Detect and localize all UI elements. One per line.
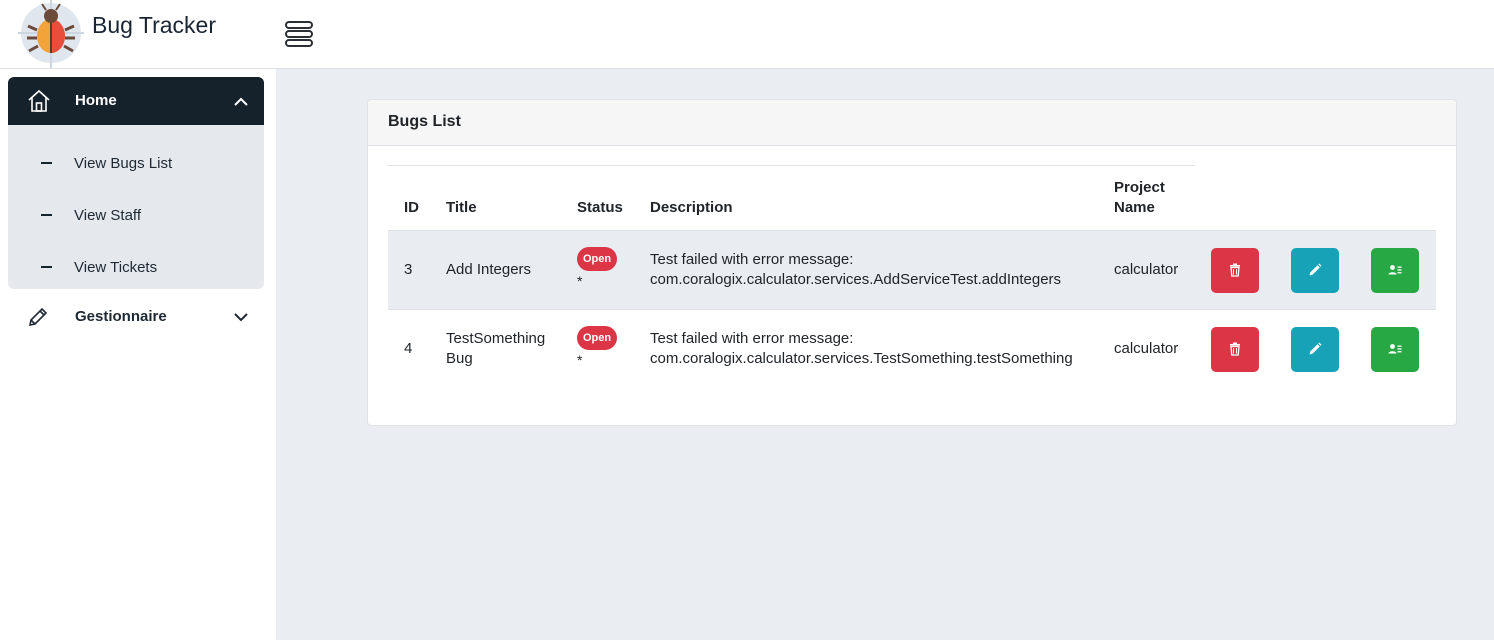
column-header-status: Status <box>577 199 623 216</box>
bug-description: Test failed with error message: com.cora… <box>650 250 1061 290</box>
card-header: Bugs List <box>368 100 1456 146</box>
trash-icon <box>1230 263 1240 277</box>
status-marker: * <box>577 352 583 368</box>
sidebar-item-gestionnaire[interactable]: Gestionnaire <box>8 295 264 339</box>
sidebar-item-view-staff[interactable]: View Staff <box>8 193 264 237</box>
bug-title[interactable]: TestSomething Bug <box>446 329 545 369</box>
edit-button[interactable] <box>1291 248 1339 293</box>
status-badge: Open <box>577 326 617 350</box>
pencil-icon <box>26 305 50 329</box>
sidebar-item-label: View Bugs List <box>74 155 173 172</box>
dash-icon <box>41 214 52 216</box>
bug-title-line2: Bug <box>446 350 473 367</box>
delete-button[interactable] <box>1211 327 1259 372</box>
bug-title[interactable]: Add Integers <box>446 260 531 280</box>
sidebar: Home View Bugs List View Staff View Tick… <box>0 69 276 640</box>
sidebar-item-view-bugs-list[interactable]: View Bugs List <box>8 141 264 185</box>
assign-button[interactable] <box>1371 327 1419 372</box>
sidebar-item-view-tickets[interactable]: View Tickets <box>8 245 264 289</box>
column-header-project: Project Name <box>1114 178 1165 218</box>
table-row: 4 TestSomething Bug Open * Test failed w… <box>388 309 1436 388</box>
column-header-project-line1: Project <box>1114 179 1165 196</box>
bug-description-line2: com.coralogix.calculator.services.TestSo… <box>650 350 1073 367</box>
bug-project: calculator <box>1114 261 1179 278</box>
dash-icon <box>41 162 52 164</box>
column-header-title: Title <box>446 199 477 216</box>
sidebar-item-label: View Staff <box>74 207 141 224</box>
chevron-down-icon[interactable] <box>232 308 250 326</box>
column-header-project-line2: Name <box>1114 199 1155 216</box>
user-assign-icon <box>1388 344 1402 354</box>
bug-description: Test failed with error message: com.cora… <box>650 329 1073 369</box>
nav-group-home: Home View Bugs List View Staff View Tick… <box>8 77 264 289</box>
bug-id: 3 <box>404 261 413 278</box>
chevron-up-icon[interactable] <box>232 93 250 111</box>
column-header-id: ID <box>404 199 419 216</box>
hamburger-menu-icon[interactable] <box>284 19 314 49</box>
sidebar-item-label: Gestionnaire <box>75 308 167 325</box>
bug-project: calculator <box>1114 340 1179 357</box>
dash-icon <box>41 266 52 268</box>
sidebar-item-home[interactable]: Home <box>8 77 264 125</box>
bugs-list-card: Bugs List ID Title Status Description Pr… <box>367 99 1457 426</box>
home-icon <box>26 88 52 114</box>
trash-icon <box>1230 342 1240 356</box>
pencil-icon <box>1309 263 1322 276</box>
bug-description-line2: com.coralogix.calculator.services.AddSer… <box>650 271 1062 288</box>
user-assign-icon <box>1388 265 1402 275</box>
bug-logo-icon[interactable] <box>16 0 86 68</box>
table-row: 3 Add Integers Open * Test failed with e… <box>388 230 1436 309</box>
column-header-description: Description <box>650 199 733 216</box>
edit-button[interactable] <box>1291 327 1339 372</box>
sidebar-item-label: Home <box>75 92 117 109</box>
status-badge: Open <box>577 247 617 271</box>
delete-button[interactable] <box>1211 248 1259 293</box>
card-title: Bugs List <box>388 113 461 130</box>
bug-description-line1: Test failed with error message: <box>650 251 854 268</box>
sidebar-item-label: View Tickets <box>74 259 158 276</box>
status-marker: * <box>577 273 583 289</box>
table-top-border <box>388 165 1195 166</box>
bug-description-line1: Test failed with error message: <box>650 330 854 347</box>
pencil-icon <box>1309 342 1322 355</box>
brand-title: Bug Tracker <box>92 12 216 38</box>
bug-id: 4 <box>404 340 413 357</box>
bug-title-line1: Add Integers <box>446 261 532 278</box>
top-header: Bug Tracker <box>0 0 1494 69</box>
assign-button[interactable] <box>1371 248 1419 293</box>
bug-title-line1: TestSomething <box>446 330 546 347</box>
